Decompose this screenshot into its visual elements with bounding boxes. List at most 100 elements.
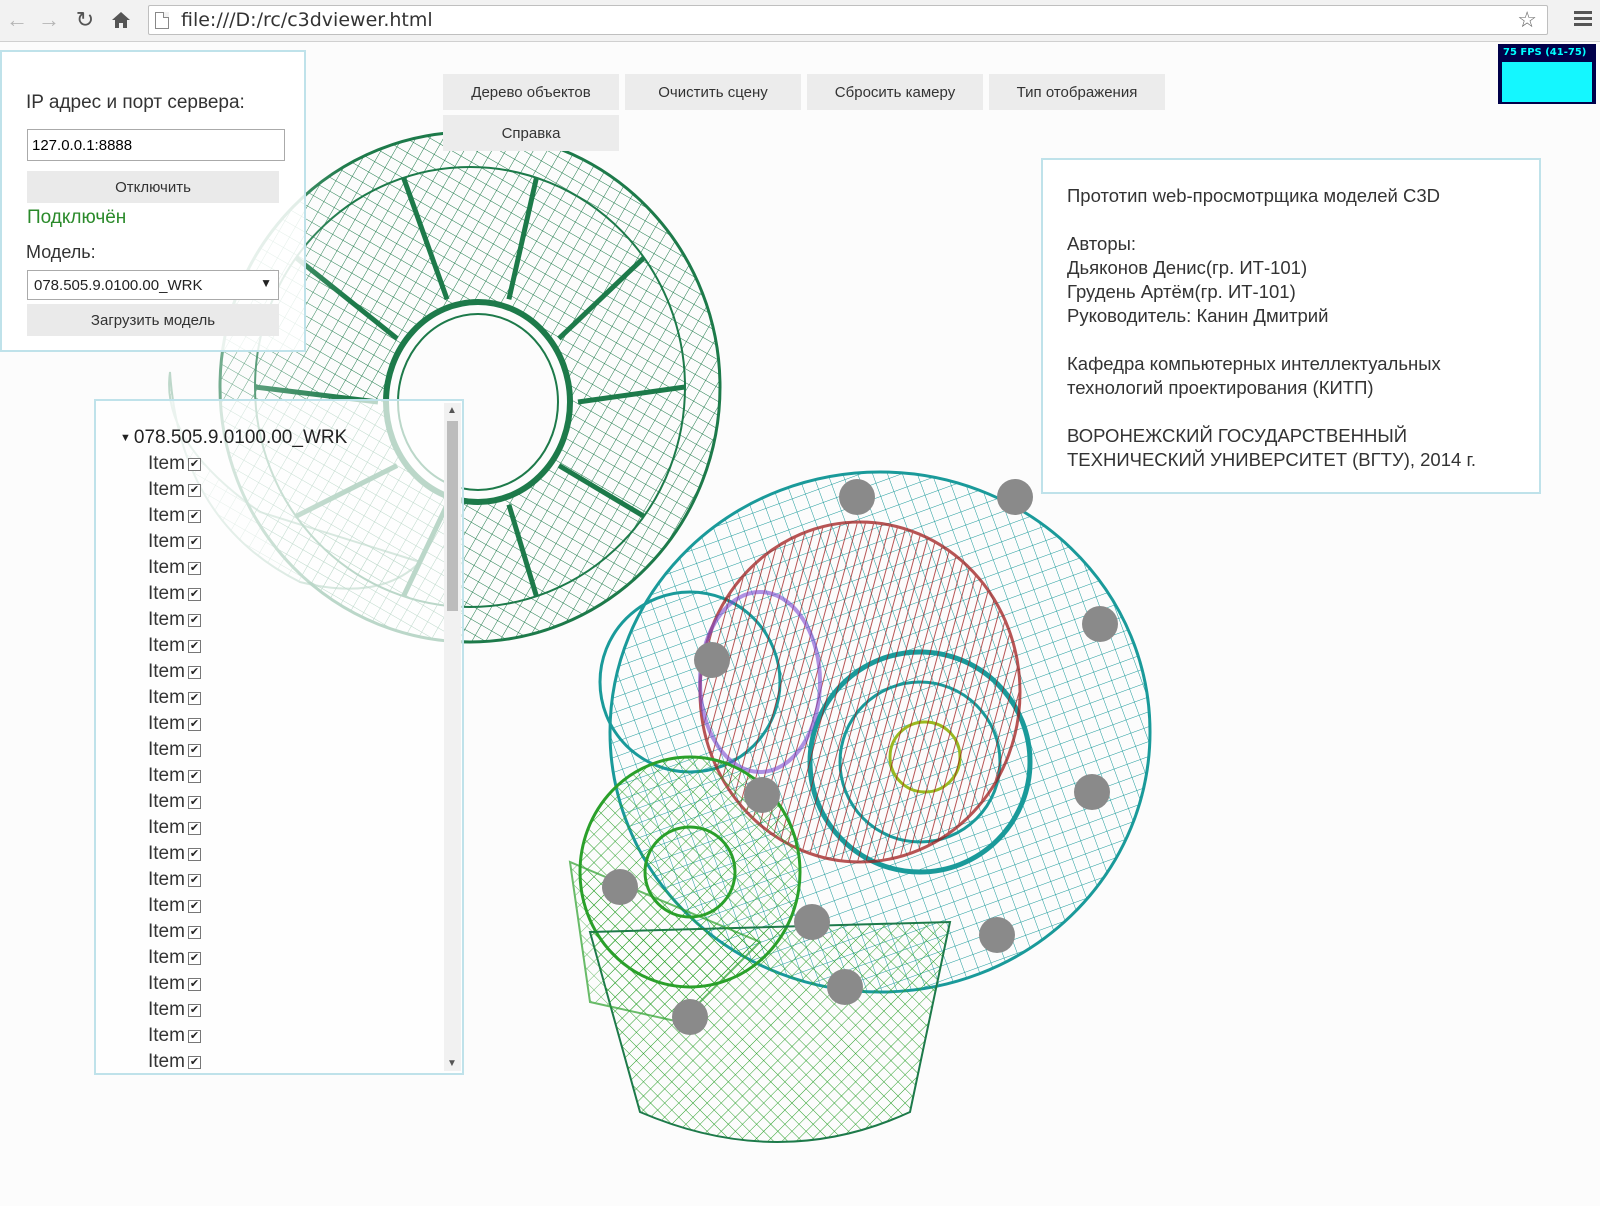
model-select-value: 078.505.9.0100.00_WRK — [34, 277, 203, 294]
university-line-1: ВОРОНЕЖСКИЙ ГОСУДАРСТВЕННЫЙ — [1067, 425, 1408, 446]
visibility-checkbox[interactable]: ✔ — [187, 1003, 201, 1017]
visibility-checkbox[interactable]: ✔ — [187, 873, 201, 887]
tree-item[interactable]: Item ✔ — [148, 555, 201, 581]
tree-item[interactable]: Item ✔ — [148, 997, 201, 1023]
supervisor: Руководитель: Канин Дмитрий — [1067, 305, 1329, 326]
visibility-checkbox[interactable]: ✔ — [187, 509, 201, 523]
object-tree-button[interactable]: Дерево объектов — [443, 74, 619, 110]
home-icon[interactable] — [108, 6, 134, 34]
tree-item[interactable]: Item ✔ — [148, 1023, 201, 1049]
tree-item[interactable]: Item ✔ — [148, 971, 201, 997]
model-select[interactable]: 078.505.9.0100.00_WRK ▼ — [27, 270, 279, 300]
object-tree-panel[interactable]: ▼ 078.505.9.0100.00_WRK Item ✔ Item ✔ Item ✔ It… — [94, 399, 464, 1075]
tree-item-label: Item — [148, 765, 185, 786]
address-bar[interactable]: file:///D:/rc/c3dviewer.html ☆ — [148, 5, 1548, 35]
tree-item-label: Item — [148, 557, 185, 578]
back-arrow-icon[interactable]: ← — [4, 6, 30, 34]
bolt — [997, 479, 1033, 515]
display-type-button[interactable]: Тип отображения — [989, 74, 1165, 110]
bolt — [672, 999, 708, 1035]
visibility-checkbox[interactable]: ✔ — [187, 821, 201, 835]
visibility-checkbox[interactable]: ✔ — [187, 717, 201, 731]
tree-item[interactable]: Item ✔ — [148, 685, 201, 711]
bookmark-star-icon[interactable]: ☆ — [1517, 7, 1537, 33]
visibility-checkbox[interactable]: ✔ — [187, 899, 201, 913]
tree-item[interactable]: Item ✔ — [148, 633, 201, 659]
visibility-checkbox[interactable]: ✔ — [187, 587, 201, 601]
bolt — [979, 917, 1015, 953]
clear-scene-button[interactable]: Очистить сцену — [625, 74, 801, 110]
scroll-thumb[interactable] — [447, 421, 458, 611]
tree-item[interactable]: Item ✔ — [148, 919, 201, 945]
connection-status: Подключён — [27, 207, 127, 228]
scroll-up-icon[interactable]: ▲ — [447, 405, 457, 416]
tree-root-node[interactable]: ▼ 078.505.9.0100.00_WRK — [120, 427, 347, 449]
tree-item-label: Item — [148, 1025, 185, 1046]
visibility-checkbox[interactable]: ✔ — [187, 977, 201, 991]
visibility-checkbox[interactable]: ✔ — [187, 613, 201, 627]
visibility-checkbox[interactable]: ✔ — [187, 1029, 201, 1043]
fps-text: 75 FPS (41-75) — [1503, 47, 1587, 58]
tree-item[interactable]: Item ✔ — [148, 789, 201, 815]
visibility-checkbox[interactable]: ✔ — [187, 561, 201, 575]
bolt — [744, 777, 780, 813]
reload-icon[interactable]: ↻ — [72, 6, 98, 34]
tree-item[interactable]: Item ✔ — [148, 893, 201, 919]
viewer-viewport[interactable]: 75 FPS (41-75) IP адрес и порт сервера: … — [0, 42, 1600, 1206]
tree-item-label: Item — [148, 817, 185, 838]
browser-menu-icon[interactable] — [1574, 8, 1594, 32]
visibility-checkbox[interactable]: ✔ — [187, 639, 201, 653]
author-2: Грудень Артём(гр. ИТ-101) — [1067, 281, 1296, 302]
load-model-button[interactable]: Загрузить модель — [27, 304, 279, 336]
tree-item[interactable]: Item ✔ — [148, 841, 201, 867]
model-label: Модель: — [26, 242, 96, 262]
tree-item[interactable]: Item ✔ — [148, 581, 201, 607]
tree-item[interactable]: Item ✔ — [148, 607, 201, 633]
forward-arrow-icon[interactable]: → — [36, 6, 62, 34]
tree-item[interactable]: Item ✔ — [148, 529, 201, 555]
ip-port-input[interactable] — [27, 129, 285, 161]
tree-item[interactable]: Item ✔ — [148, 451, 201, 477]
connection-panel: IP адрес и порт сервера: Отключить Подкл… — [0, 50, 306, 352]
bolt — [794, 904, 830, 940]
visibility-checkbox[interactable]: ✔ — [187, 1055, 201, 1069]
scroll-down-icon[interactable]: ▼ — [447, 1058, 457, 1069]
visibility-checkbox[interactable]: ✔ — [187, 483, 201, 497]
info-title: Прототип web-просмотрщика моделей C3D — [1067, 185, 1441, 206]
visibility-checkbox[interactable]: ✔ — [187, 847, 201, 861]
tree-item[interactable]: Item ✔ — [148, 477, 201, 503]
visibility-checkbox[interactable]: ✔ — [187, 665, 201, 679]
tree-item[interactable]: Item ✔ — [148, 867, 201, 893]
help-button[interactable]: Справка — [443, 115, 619, 151]
browser-chrome: ← → ↻ file:///D:/rc/c3dviewer.html ☆ — [0, 0, 1600, 42]
visibility-checkbox[interactable]: ✔ — [187, 925, 201, 939]
disconnect-button[interactable]: Отключить — [27, 171, 279, 203]
bolt — [602, 869, 638, 905]
tree-item-label: Item — [148, 635, 185, 656]
ip-label: IP адрес и порт сервера: — [26, 92, 245, 113]
url-text: file:///D:/rc/c3dviewer.html — [181, 9, 433, 31]
visibility-checkbox[interactable]: ✔ — [187, 743, 201, 757]
tree-item-label: Item — [148, 479, 185, 500]
reset-camera-button[interactable]: Сбросить камеру — [807, 74, 983, 110]
caret-down-icon[interactable]: ▼ — [120, 432, 131, 444]
visibility-checkbox[interactable]: ✔ — [187, 457, 201, 471]
info-panel: Прототип web-просмотрщика моделей C3D Ав… — [1041, 158, 1541, 494]
tree-item[interactable]: Item ✔ — [148, 659, 201, 685]
tree-item[interactable]: Item ✔ — [148, 945, 201, 971]
visibility-checkbox[interactable]: ✔ — [187, 769, 201, 783]
tree-scrollbar[interactable]: ▲ ▼ — [444, 403, 461, 1071]
tree-item-list: Item ✔ Item ✔ Item ✔ Item ✔ Item ✔ Item ✔ Item ✔ Item ✔… — [148, 451, 201, 1073]
tree-item[interactable]: Item ✔ — [148, 1049, 201, 1073]
tree-item[interactable]: Item ✔ — [148, 711, 201, 737]
visibility-checkbox[interactable]: ✔ — [187, 795, 201, 809]
tree-item-label: Item — [148, 713, 185, 734]
fps-meter[interactable]: 75 FPS (41-75) — [1498, 44, 1596, 104]
tree-item[interactable]: Item ✔ — [148, 737, 201, 763]
tree-item[interactable]: Item ✔ — [148, 763, 201, 789]
visibility-checkbox[interactable]: ✔ — [187, 951, 201, 965]
tree-item[interactable]: Item ✔ — [148, 815, 201, 841]
tree-item[interactable]: Item ✔ — [148, 503, 201, 529]
visibility-checkbox[interactable]: ✔ — [187, 535, 201, 549]
visibility-checkbox[interactable]: ✔ — [187, 691, 201, 705]
